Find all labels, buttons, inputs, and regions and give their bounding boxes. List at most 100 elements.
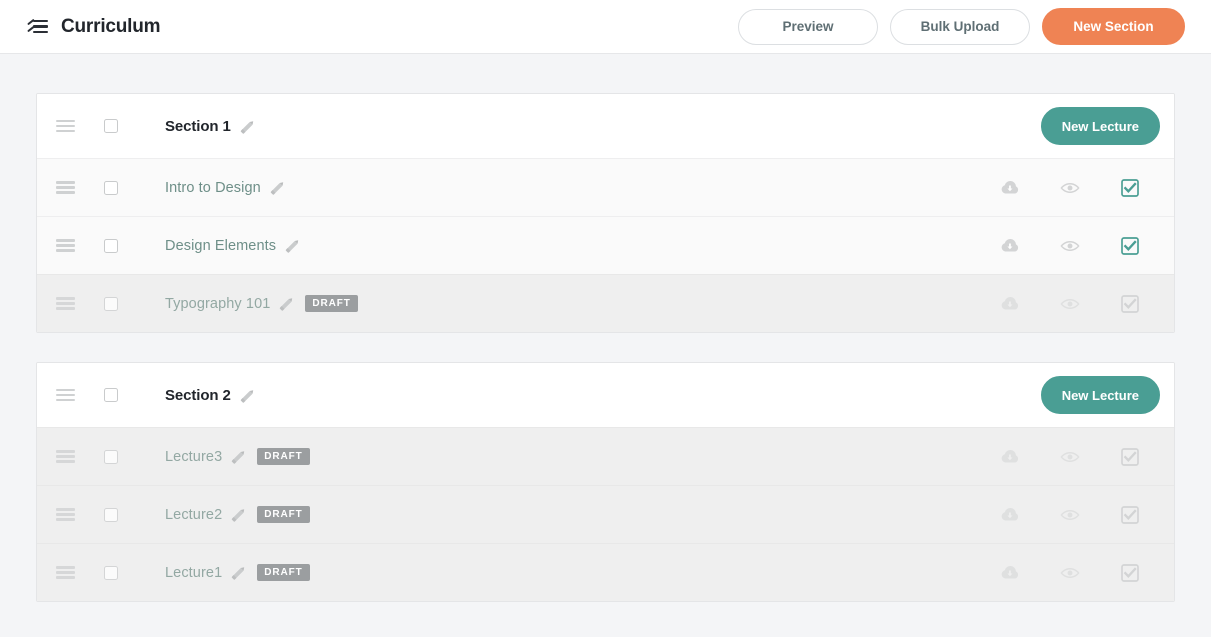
drag-handle-icon[interactable] [55, 566, 75, 579]
section-title: Section 1 [165, 117, 231, 135]
checkbox-icon[interactable] [104, 119, 118, 133]
checkbox-checked-icon [1121, 236, 1139, 255]
page-title: Curriculum [61, 15, 161, 37]
pencil-icon[interactable] [230, 567, 244, 581]
section-actions: New Lecture [1040, 107, 1160, 145]
pencil-icon[interactable] [239, 121, 253, 134]
cloud-download-button[interactable] [980, 446, 1040, 468]
checkbox-checked-icon [1121, 178, 1139, 197]
publish-toggle-button[interactable] [1100, 236, 1160, 256]
lecture-drag-cell[interactable] [37, 508, 93, 521]
drag-handle-icon[interactable] [55, 450, 75, 463]
bulk-upload-button[interactable]: Bulk Upload [890, 8, 1030, 45]
drag-handle-icon[interactable] [55, 297, 75, 310]
lecture-drag-cell[interactable] [37, 181, 93, 194]
section-checkbox-cell[interactable] [93, 388, 129, 402]
eye-icon [1060, 240, 1080, 251]
section-title-wrap: Section 1 [129, 117, 253, 135]
lecture-checkbox-cell[interactable] [93, 449, 129, 464]
checkbox-icon[interactable] [104, 296, 118, 311]
checkbox-icon[interactable] [104, 388, 118, 402]
checkbox-icon[interactable] [104, 180, 118, 195]
pencil-icon[interactable] [230, 451, 244, 465]
lecture-drag-cell[interactable] [37, 297, 93, 310]
lecture-title-wrap: Lecture3 DRAFT [129, 448, 310, 465]
lecture-title[interactable]: Lecture1 [165, 565, 222, 581]
lecture-checkbox-cell[interactable] [93, 238, 129, 253]
checkbox-checked-icon [1121, 563, 1139, 582]
cloud-download-button[interactable] [980, 504, 1040, 526]
section-header-row: Section 2 New Lecture [37, 363, 1174, 427]
lecture-drag-cell[interactable] [37, 566, 93, 579]
lecture-actions [980, 293, 1160, 315]
cloud-download-button[interactable] [980, 235, 1040, 257]
lecture-checkbox-cell[interactable] [93, 180, 129, 195]
drag-handle-icon[interactable] [55, 508, 75, 521]
checkbox-icon[interactable] [104, 449, 118, 464]
cloud-download-icon [1001, 238, 1019, 251]
cloud-download-icon [1001, 296, 1019, 309]
cloud-download-button[interactable] [980, 562, 1040, 584]
cloud-download-icon [1001, 180, 1019, 193]
section-drag-cell[interactable] [37, 388, 93, 402]
lecture-title-wrap: Design Elements [129, 238, 298, 254]
header-actions: Preview Bulk Upload New Section [738, 8, 1185, 45]
publish-toggle-button[interactable] [1100, 447, 1160, 467]
lecture-row: Lecture2 DRAFT [37, 485, 1174, 543]
lecture-title[interactable]: Lecture2 [165, 507, 222, 523]
pencil-icon[interactable] [284, 240, 298, 254]
lecture-drag-cell[interactable] [37, 450, 93, 463]
checkbox-checked-icon [1121, 447, 1139, 466]
lecture-actions [980, 177, 1160, 199]
checkbox-checked-icon [1121, 294, 1139, 313]
lecture-title[interactable]: Lecture3 [165, 449, 222, 465]
lecture-checkbox-cell[interactable] [93, 296, 129, 311]
checkbox-icon[interactable] [104, 238, 118, 253]
preview-lecture-button[interactable] [1040, 293, 1100, 315]
preview-lecture-button[interactable] [1040, 504, 1100, 526]
lecture-title[interactable]: Intro to Design [165, 180, 261, 196]
cloud-download-icon [1001, 565, 1019, 578]
drag-handle-icon[interactable] [55, 181, 75, 194]
lecture-row: Intro to Design [37, 158, 1174, 216]
new-lecture-button[interactable]: New Lecture [1040, 107, 1160, 145]
preview-lecture-button[interactable] [1040, 446, 1100, 468]
lecture-row: Design Elements [37, 216, 1174, 274]
section-header-row: Section 1 New Lecture [37, 94, 1174, 158]
cloud-download-icon [1001, 507, 1019, 520]
cloud-download-button[interactable] [980, 293, 1040, 315]
publish-toggle-button[interactable] [1100, 294, 1160, 314]
status-badge: DRAFT [257, 506, 310, 523]
lecture-checkbox-cell[interactable] [93, 565, 129, 580]
new-section-button[interactable]: New Section [1042, 8, 1185, 45]
pencil-icon[interactable] [230, 509, 244, 523]
preview-button[interactable]: Preview [738, 8, 878, 45]
publish-toggle-button[interactable] [1100, 178, 1160, 198]
lecture-checkbox-cell[interactable] [93, 507, 129, 522]
lecture-title[interactable]: Design Elements [165, 238, 276, 254]
lecture-drag-cell[interactable] [37, 239, 93, 252]
section-card: Section 2 New Lecture Lecture3 DRAFT Lec… [36, 362, 1175, 602]
preview-lecture-button[interactable] [1040, 177, 1100, 199]
lecture-title-wrap: Intro to Design [129, 180, 283, 196]
section-checkbox-cell[interactable] [93, 119, 129, 133]
lecture-title[interactable]: Typography 101 [165, 296, 270, 312]
preview-lecture-button[interactable] [1040, 562, 1100, 584]
pencil-icon[interactable] [278, 298, 292, 312]
section-title: Section 2 [165, 386, 231, 404]
preview-lecture-button[interactable] [1040, 235, 1100, 257]
drag-handle-icon[interactable] [55, 119, 75, 133]
checkbox-icon[interactable] [104, 565, 118, 580]
pencil-icon[interactable] [239, 390, 253, 403]
publish-toggle-button[interactable] [1100, 563, 1160, 583]
brand: Curriculum [27, 15, 161, 38]
checkbox-icon[interactable] [104, 507, 118, 522]
section-drag-cell[interactable] [37, 119, 93, 133]
drag-handle-icon[interactable] [55, 239, 75, 252]
publish-toggle-button[interactable] [1100, 505, 1160, 525]
eye-icon [1060, 509, 1080, 520]
pencil-icon[interactable] [269, 182, 283, 196]
cloud-download-button[interactable] [980, 177, 1040, 199]
drag-handle-icon[interactable] [55, 388, 75, 402]
new-lecture-button[interactable]: New Lecture [1040, 376, 1160, 414]
